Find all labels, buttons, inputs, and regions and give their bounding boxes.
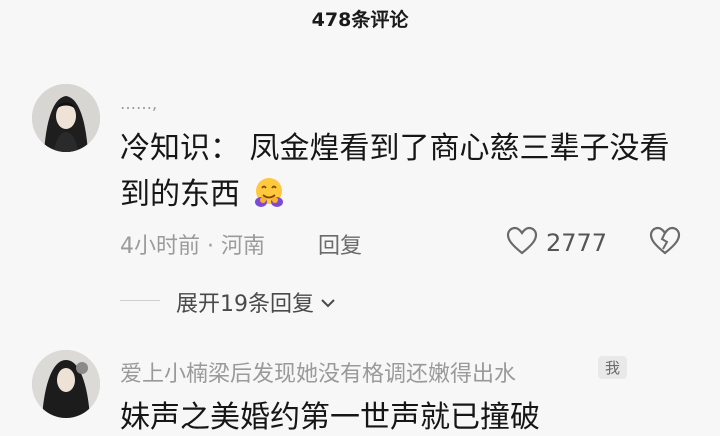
- like-count: 2777: [546, 229, 608, 257]
- like-button[interactable]: 2777: [506, 226, 607, 260]
- comment-username[interactable]: ……,: [120, 94, 157, 113]
- comment-username[interactable]: 爱上小楠梁后发现她没有格调还嫩得出水: [120, 356, 516, 388]
- reply-button[interactable]: 回复: [318, 228, 362, 260]
- comments-header: 478条评论: [0, 0, 720, 36]
- hugging-face-emoji-icon: [252, 176, 286, 210]
- comment-meta: 4小时前 · 河南: [120, 234, 265, 259]
- comment-count-title: 478条评论: [311, 8, 409, 31]
- expand-replies-label: 展开19条回复: [176, 292, 314, 317]
- comment-text: 冷知识： 凤金煌看到了商心慈三辈子没看到的东西: [120, 126, 690, 218]
- comment-text: 妹声之美婚约第一世声就已撞破: [120, 400, 540, 435]
- avatar[interactable]: [32, 84, 100, 152]
- expand-replies-button[interactable]: 展开19条回复: [176, 286, 336, 318]
- chevron-down-icon: [320, 290, 336, 315]
- me-badge: 我: [598, 356, 628, 379]
- avatar[interactable]: [32, 350, 100, 418]
- broken-heart-icon[interactable]: [648, 225, 682, 261]
- comment-text-content: 冷知识： 凤金煌看到了商心慈三辈子没看到的东西: [120, 131, 670, 212]
- heart-icon: [506, 226, 538, 260]
- divider-line: [120, 300, 160, 301]
